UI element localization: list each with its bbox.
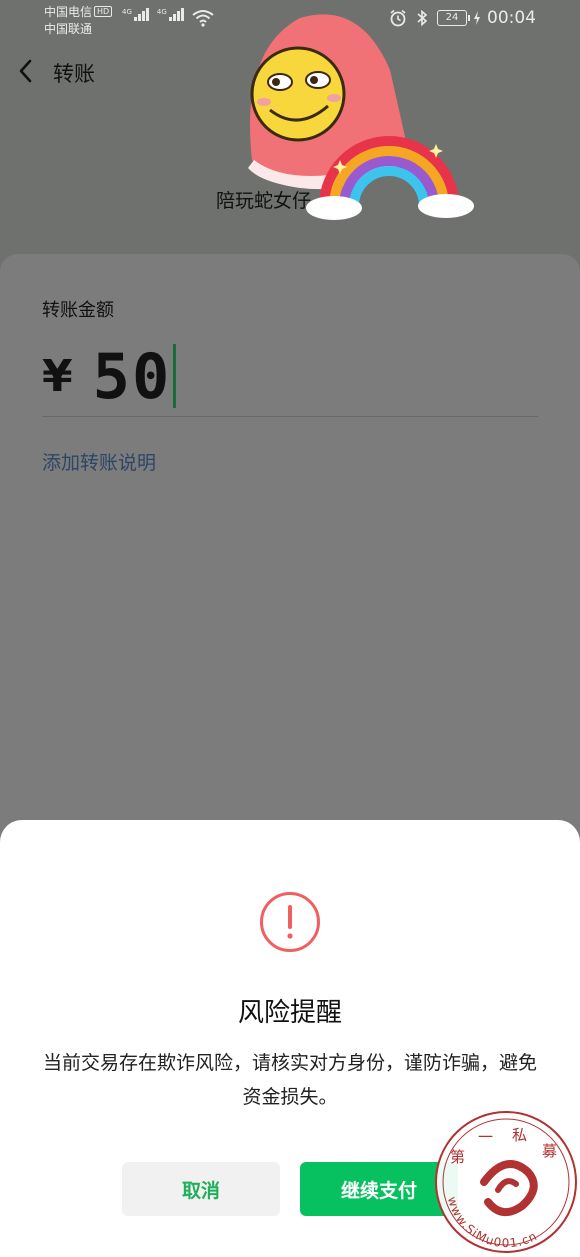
carrier-2: 中国联通 — [44, 22, 93, 36]
signal-group: 4G 4G — [122, 8, 184, 21]
currency-symbol: ¥ — [42, 350, 73, 402]
amount-input[interactable]: ¥ 50 — [42, 339, 177, 413]
watermark-char: 募 — [542, 1142, 557, 1160]
watermark-char: 私 — [512, 1126, 527, 1144]
cancel-button[interactable]: 取消 — [122, 1162, 280, 1216]
carrier-info: 中国电信 HD 中国联通 — [44, 4, 113, 38]
clock: 00:04 — [487, 8, 536, 28]
watermark-seal: 第 一 私 募 www.SiMu001.cn — [435, 1111, 577, 1253]
add-note-link[interactable]: 添加转账说明 — [42, 448, 156, 475]
emoji-sticker — [248, 14, 474, 220]
wifi-icon — [192, 10, 214, 27]
amount-label: 转账金额 — [42, 300, 114, 321]
divider — [42, 416, 538, 417]
watermark-char: 第 — [450, 1148, 465, 1166]
text-cursor — [173, 344, 177, 408]
watermark-char: 一 — [478, 1128, 493, 1146]
page-title: 转账 — [53, 62, 95, 86]
back-arrow-icon[interactable] — [16, 58, 36, 84]
signal-icon: 4G — [157, 8, 184, 21]
amount-value: 50 — [92, 339, 172, 413]
hd-badge: HD — [94, 6, 113, 17]
network-type-2: 4G — [156, 8, 167, 16]
signal-icon: 4G — [122, 8, 149, 21]
warning-icon — [260, 892, 320, 952]
network-type-1: 4G — [122, 8, 132, 16]
carrier-1: 中国电信 — [44, 5, 93, 19]
dialog-title: 风险提醒 — [237, 998, 342, 1028]
